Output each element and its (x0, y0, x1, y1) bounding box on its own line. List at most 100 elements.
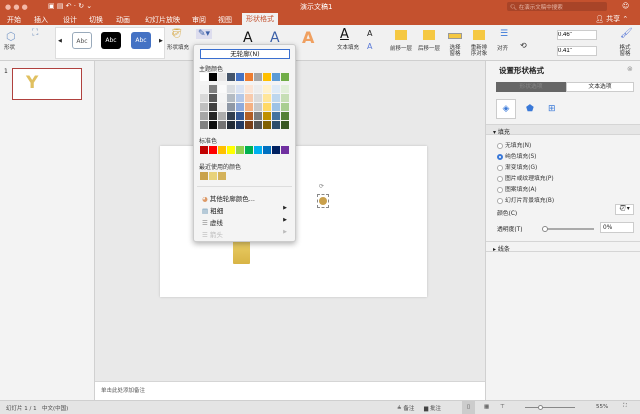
theme-color-shade-swatch[interactable] (254, 94, 262, 102)
theme-color-swatch[interactable] (263, 73, 271, 81)
standard-color-swatch[interactable] (254, 146, 262, 154)
no-outline-button[interactable]: 无轮廓(N) (200, 49, 290, 59)
style-sample-outline[interactable]: Abc (72, 32, 92, 49)
standard-color-swatch[interactable] (263, 146, 271, 154)
theme-color-shade-swatch[interactable] (209, 85, 217, 93)
tab-shape-format[interactable]: 形状格式 (242, 13, 278, 25)
theme-color-shade-swatch[interactable] (281, 103, 289, 111)
line-section-header[interactable]: ▸ 线条 (486, 241, 640, 253)
close-pane-icon[interactable]: ⊗ (627, 65, 633, 73)
radio-circle[interactable] (497, 164, 503, 171)
standard-color-swatch[interactable] (218, 146, 226, 154)
selected-shape[interactable] (317, 194, 329, 208)
theme-color-shade-swatch[interactable] (272, 85, 280, 93)
width-input[interactable] (557, 46, 597, 56)
effects-icon[interactable]: ⬟ (526, 104, 534, 114)
theme-color-shade-swatch[interactable] (200, 94, 208, 102)
theme-color-shade-swatch[interactable] (254, 103, 262, 111)
height-input[interactable] (557, 30, 597, 40)
wordart-orange-icon[interactable]: A (302, 28, 314, 47)
theme-color-swatch[interactable] (209, 73, 217, 81)
theme-color-shade-swatch[interactable] (200, 103, 208, 111)
reorder-icon[interactable] (473, 30, 485, 40)
recent-color-swatch[interactable] (200, 172, 208, 180)
theme-color-shade-swatch[interactable] (236, 121, 244, 129)
normal-view-icon[interactable]: ▯ (462, 401, 475, 414)
comments-button[interactable]: ▆ 批注 (424, 404, 441, 412)
theme-color-shade-swatch[interactable] (245, 103, 253, 111)
theme-color-shade-swatch[interactable] (281, 85, 289, 93)
theme-color-shade-swatch[interactable] (263, 85, 271, 93)
tab-text-options[interactable]: 文本选项 (566, 82, 634, 92)
window-controls[interactable]: ● ● ● (5, 3, 28, 11)
fill-option-radio[interactable]: 纯色填充(S) (497, 151, 536, 160)
fill-option-radio[interactable]: 图案填充(A) (497, 184, 537, 193)
theme-color-shade-swatch[interactable] (227, 94, 235, 102)
radio-circle[interactable] (497, 175, 503, 182)
notes-button[interactable]: ≜ 备注 (397, 404, 414, 412)
gallery-next-icon[interactable]: ▶ (159, 38, 163, 44)
text-effects-icon[interactable]: A (367, 42, 372, 51)
shapes-icon[interactable]: ⬡ (6, 30, 16, 43)
theme-color-shade-swatch[interactable] (200, 112, 208, 120)
slide-thumbnail[interactable]: Y (12, 68, 82, 100)
fill-section-header[interactable]: ▾ 填充 (486, 124, 640, 136)
fill-option-radio[interactable]: 图片或纹理填充(P) (497, 173, 554, 182)
theme-color-shade-swatch[interactable] (263, 103, 271, 111)
theme-color-shade-swatch[interactable] (254, 85, 262, 93)
theme-color-shade-swatch[interactable] (272, 94, 280, 102)
slider-thumb[interactable] (542, 226, 548, 232)
theme-color-shade-swatch[interactable] (263, 121, 271, 129)
theme-color-shade-swatch[interactable] (227, 103, 235, 111)
slide-sorter-icon[interactable]: ▦ (484, 404, 489, 410)
edit-shape-icon[interactable]: ⛶ (32, 28, 38, 38)
theme-color-shade-swatch[interactable] (227, 112, 235, 120)
reading-view-icon[interactable]: ⊤ (500, 404, 505, 410)
radio-circle[interactable] (497, 186, 503, 193)
theme-color-shade-swatch[interactable] (236, 94, 244, 102)
recent-color-swatch[interactable] (209, 172, 217, 180)
theme-color-swatch[interactable] (236, 73, 244, 81)
style-sample-blue[interactable]: Abc (131, 32, 151, 49)
share-button[interactable]: 👤︎ 共享 ⌃ (595, 14, 628, 24)
radio-circle[interactable] (497, 142, 503, 149)
theme-color-shade-swatch[interactable] (263, 112, 271, 120)
theme-color-shade-swatch[interactable] (281, 121, 289, 129)
theme-color-shade-swatch[interactable] (236, 103, 244, 111)
format-pane-icon[interactable]: 🖌︎ (620, 28, 633, 39)
theme-color-shade-swatch[interactable] (272, 121, 280, 129)
theme-color-shade-swatch[interactable] (236, 85, 244, 93)
notes-area[interactable]: 单击此处添加备注 (95, 381, 485, 400)
standard-color-swatch[interactable] (272, 146, 280, 154)
recent-color-swatch[interactable] (218, 172, 226, 180)
theme-color-swatch[interactable] (200, 73, 208, 81)
theme-color-shade-swatch[interactable] (272, 112, 280, 120)
theme-color-shade-swatch[interactable] (218, 121, 226, 129)
search-input[interactable]: 🔍︎ 在演示文稿中搜索 (507, 2, 607, 11)
send-backward-icon[interactable] (423, 30, 435, 40)
theme-color-shade-swatch[interactable] (272, 103, 280, 111)
theme-color-swatch[interactable] (227, 73, 235, 81)
theme-color-shade-swatch[interactable] (200, 121, 208, 129)
standard-color-swatch[interactable] (227, 146, 235, 154)
theme-color-swatch[interactable] (254, 73, 262, 81)
shape-fill-icon[interactable]: 🪣︎ (171, 29, 182, 39)
text-fill-icon[interactable]: A (340, 27, 349, 42)
rotate-icon[interactable]: ⟲ (520, 41, 527, 50)
theme-color-shade-swatch[interactable] (218, 85, 226, 93)
theme-color-shade-swatch[interactable] (245, 121, 253, 129)
theme-color-shade-swatch[interactable] (245, 85, 253, 93)
selection-pane-icon[interactable] (448, 33, 462, 39)
gallery-prev-icon[interactable]: ◀ (58, 38, 62, 44)
theme-color-shade-swatch[interactable] (245, 112, 253, 120)
tab-shape-options[interactable]: 形状选项 (496, 82, 566, 92)
fill-option-radio[interactable]: 渐变填充(G) (497, 162, 537, 171)
weight-item[interactable]: ▤ 粗细 ▶ (202, 205, 292, 215)
theme-color-shade-swatch[interactable] (209, 121, 217, 129)
dashes-item[interactable]: ☰ 虚线 ▶ (202, 217, 292, 227)
standard-color-swatch[interactable] (245, 146, 253, 154)
theme-color-swatch[interactable] (218, 73, 226, 81)
transparency-input[interactable]: 0% (600, 222, 634, 233)
fill-option-radio[interactable]: 无填充(N) (497, 140, 531, 149)
fill-color-button[interactable]: 🪣︎▾ (615, 204, 634, 215)
